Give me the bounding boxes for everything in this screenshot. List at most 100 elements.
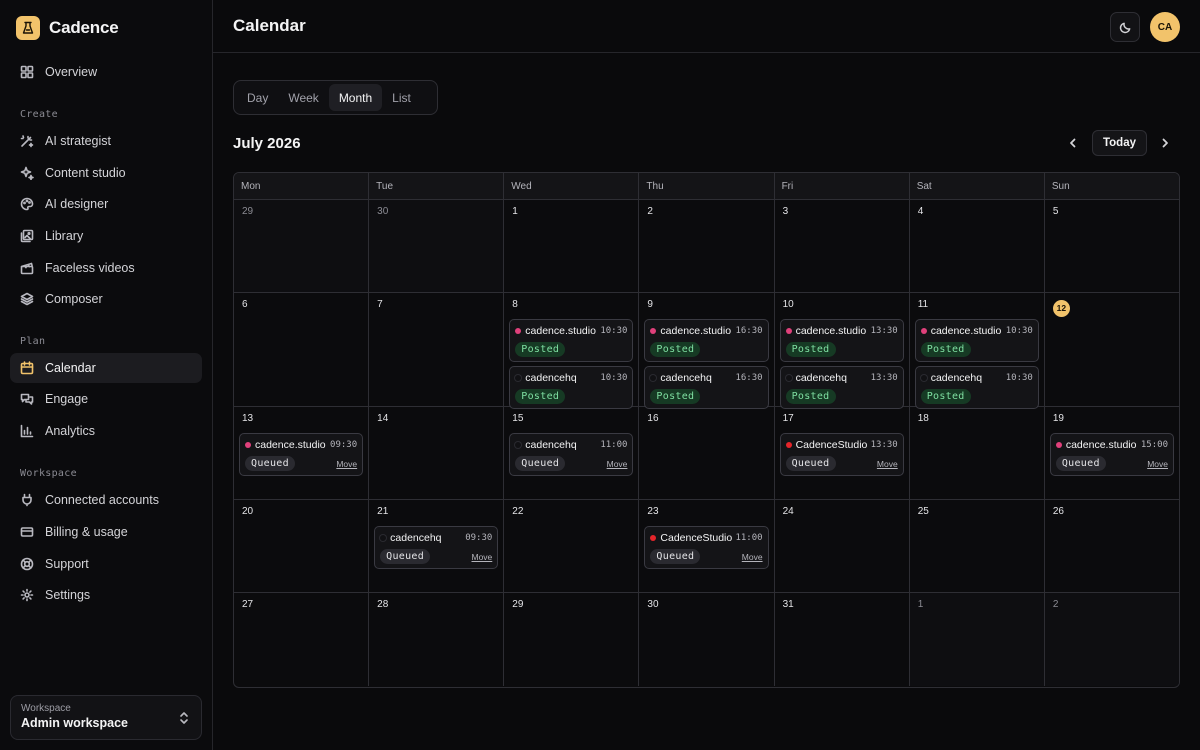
- sidebar-item-composer[interactable]: Composer: [10, 284, 202, 314]
- account-color-dot: [380, 534, 387, 541]
- scheduled-post-card[interactable]: cadencehq 13:30 Posted: [779, 366, 904, 409]
- today-button[interactable]: Today: [1092, 130, 1147, 156]
- calendar-day-cell[interactable]: 2: [639, 200, 775, 292]
- calendar-day-cell[interactable]: 10 cadence.studio 13:30 Posted cadencehq 13:3…: [775, 293, 910, 409]
- calendar-day-cell[interactable]: 29: [234, 200, 370, 292]
- sidebar-item-label: Calendar: [45, 361, 96, 375]
- sidebar-item-calendar[interactable]: Calendar: [10, 353, 202, 383]
- calendar-day-cell[interactable]: 6: [234, 293, 370, 406]
- sidebar-item-content-studio[interactable]: Content studio: [10, 158, 202, 188]
- move-post-link[interactable]: Move: [877, 459, 898, 469]
- calendar-day-cell[interactable]: 23 CadenceStudio 11:00 Queued Move: [639, 500, 775, 592]
- scheduled-post-card[interactable]: cadencehq 09:30 Queued Move: [374, 526, 499, 569]
- sidebar-item-ai-strategist[interactable]: AI strategist: [10, 126, 202, 156]
- calendar-day-cell[interactable]: 30: [639, 593, 775, 686]
- day-number: 3: [782, 206, 789, 217]
- day-number: 1: [512, 206, 518, 217]
- calendar-day-cell[interactable]: 29: [504, 593, 640, 686]
- scheduled-post-card[interactable]: CadenceStudio 11:00 Queued Move: [644, 526, 769, 569]
- calendar-day-cell[interactable]: 31: [775, 593, 910, 686]
- scheduled-post-card[interactable]: cadence.studio 10:30 Posted: [914, 319, 1039, 362]
- calendar-day-cell[interactable]: 19 cadence.studio 15:00 Queued Move: [1045, 407, 1179, 499]
- sidebar-item-billing[interactable]: Billing & usage: [10, 517, 202, 547]
- sidebar-item-faceless-videos[interactable]: Faceless videos: [10, 253, 202, 283]
- calendar-day-cell[interactable]: 1: [504, 200, 640, 292]
- calendar-day-cell[interactable]: 14: [369, 407, 505, 499]
- move-post-link[interactable]: Move: [471, 552, 492, 562]
- avatar[interactable]: CA: [1150, 12, 1180, 42]
- calendar-day-cell[interactable]: 4: [910, 200, 1045, 292]
- move-post-link[interactable]: Move: [1147, 459, 1168, 469]
- calendar-day-cell[interactable]: 13 cadence.studio 09:30 Queued Move: [234, 407, 370, 499]
- day-number: 8: [512, 299, 518, 310]
- status-badge: Queued: [785, 456, 836, 471]
- scheduled-post-card[interactable]: cadence.studio 15:00 Queued Move: [1049, 433, 1174, 476]
- calendar-day-cell[interactable]: 24: [775, 500, 910, 592]
- calendar-day-cell[interactable]: 20: [234, 500, 370, 592]
- calendar-day-cell[interactable]: 3: [775, 200, 910, 292]
- day-number: 16: [647, 413, 659, 424]
- calendar-day-cell[interactable]: 16: [639, 407, 775, 499]
- sidebar-item-support[interactable]: Support: [10, 549, 202, 579]
- sidebar-item-analytics[interactable]: Analytics: [10, 416, 202, 446]
- post-account: cadencehq: [525, 438, 577, 451]
- next-month-button[interactable]: [1154, 132, 1176, 154]
- calendar-day-cell[interactable]: 22: [504, 500, 640, 592]
- calendar-day-cell[interactable]: 1: [909, 593, 1045, 686]
- calendar-day-cell[interactable]: 5: [1045, 200, 1179, 292]
- sidebar-item-overview[interactable]: Overview: [10, 57, 202, 87]
- move-post-link[interactable]: Move: [742, 552, 763, 562]
- sidebar-item-library[interactable]: Library: [10, 221, 202, 251]
- scheduled-post-card[interactable]: cadencehq 16:30 Posted: [644, 366, 769, 409]
- calendar-day-cell[interactable]: 27: [234, 593, 370, 686]
- day-number: 19: [1052, 413, 1064, 424]
- post-time: 13:30: [870, 325, 898, 336]
- scheduled-post-card[interactable]: cadence.studio 16:30 Posted: [644, 319, 769, 362]
- move-post-link[interactable]: Move: [607, 459, 628, 469]
- scheduled-post-card[interactable]: cadence.studio 13:30 Posted: [779, 319, 904, 362]
- calendar-day-cell[interactable]: 8 cadence.studio 10:30 Posted cadencehq 10:30…: [504, 293, 640, 409]
- account-color-dot: [785, 441, 792, 448]
- calendar-day-cell[interactable]: 2: [1044, 593, 1179, 686]
- tab-list[interactable]: List: [382, 84, 421, 111]
- calendar-day-cell[interactable]: 26: [1045, 500, 1179, 592]
- calendar-day-cell[interactable]: 25: [910, 500, 1045, 592]
- calendar-day-cell[interactable]: 15 cadencehq 11:00 Queued Move: [504, 407, 640, 499]
- sidebar-item-engage[interactable]: Engage: [10, 384, 202, 414]
- workspace-switcher[interactable]: Workspace Admin workspace: [10, 695, 202, 740]
- scheduled-post-card[interactable]: CadenceStudio 13:30 Queued Move: [779, 433, 904, 476]
- scheduled-post-card[interactable]: cadence.studio 09:30 Queued Move: [239, 433, 364, 476]
- tab-month[interactable]: Month: [328, 84, 383, 111]
- calendar-day-cell[interactable]: 18: [910, 407, 1045, 499]
- post-footer: Queued Move: [650, 548, 763, 565]
- post-header: cadence.studio 16:30: [650, 324, 763, 337]
- scheduled-post-card[interactable]: cadencehq 11:00 Queued Move: [509, 433, 634, 476]
- scheduled-post-card[interactable]: cadencehq 10:30 Posted: [914, 366, 1039, 409]
- calendar-day-cell[interactable]: 30: [369, 200, 505, 292]
- prev-month-button[interactable]: [1062, 132, 1084, 154]
- calendar-day-cell[interactable]: 21 cadencehq 09:30 Queued Move: [369, 500, 505, 592]
- calendar-day-cell[interactable]: 17 CadenceStudio 13:30 Queued Move: [775, 407, 910, 499]
- calendar-day-cell[interactable]: 12: [1045, 293, 1179, 406]
- calendar-week-row: 20 21 cadencehq 09:30 Queued Move 22 23 CadenceS…: [234, 500, 1179, 593]
- theme-toggle-button[interactable]: [1110, 12, 1140, 42]
- calendar-day-cell[interactable]: 11 cadence.studio 10:30 Posted cadencehq 10:3…: [910, 293, 1045, 409]
- calendar-week-row: 27 28 29 30 31 1 2: [234, 593, 1179, 686]
- day-number: 28: [377, 599, 389, 610]
- plug-icon: [20, 493, 34, 507]
- sidebar-item-label: AI strategist: [45, 134, 111, 148]
- page-title: Calendar: [233, 16, 306, 35]
- sidebar-item-ai-designer[interactable]: AI designer: [10, 189, 202, 219]
- brand[interactable]: Cadence: [16, 16, 119, 40]
- calendar-day-cell[interactable]: 28: [369, 593, 505, 686]
- day-number: 30: [647, 599, 659, 610]
- calendar-day-cell[interactable]: 9 cadence.studio 16:30 Posted cadencehq 16:30…: [639, 293, 775, 409]
- scheduled-post-card[interactable]: cadencehq 10:30 Posted: [509, 366, 634, 409]
- tab-week[interactable]: Week: [278, 84, 328, 111]
- calendar-day-cell[interactable]: 7: [369, 293, 505, 406]
- move-post-link[interactable]: Move: [336, 459, 357, 469]
- scheduled-post-card[interactable]: cadence.studio 10:30 Posted: [509, 319, 634, 362]
- sidebar-item-connected-accounts[interactable]: Connected accounts: [10, 485, 202, 515]
- tab-day[interactable]: Day: [237, 84, 278, 111]
- sidebar-item-settings[interactable]: Settings: [10, 580, 202, 610]
